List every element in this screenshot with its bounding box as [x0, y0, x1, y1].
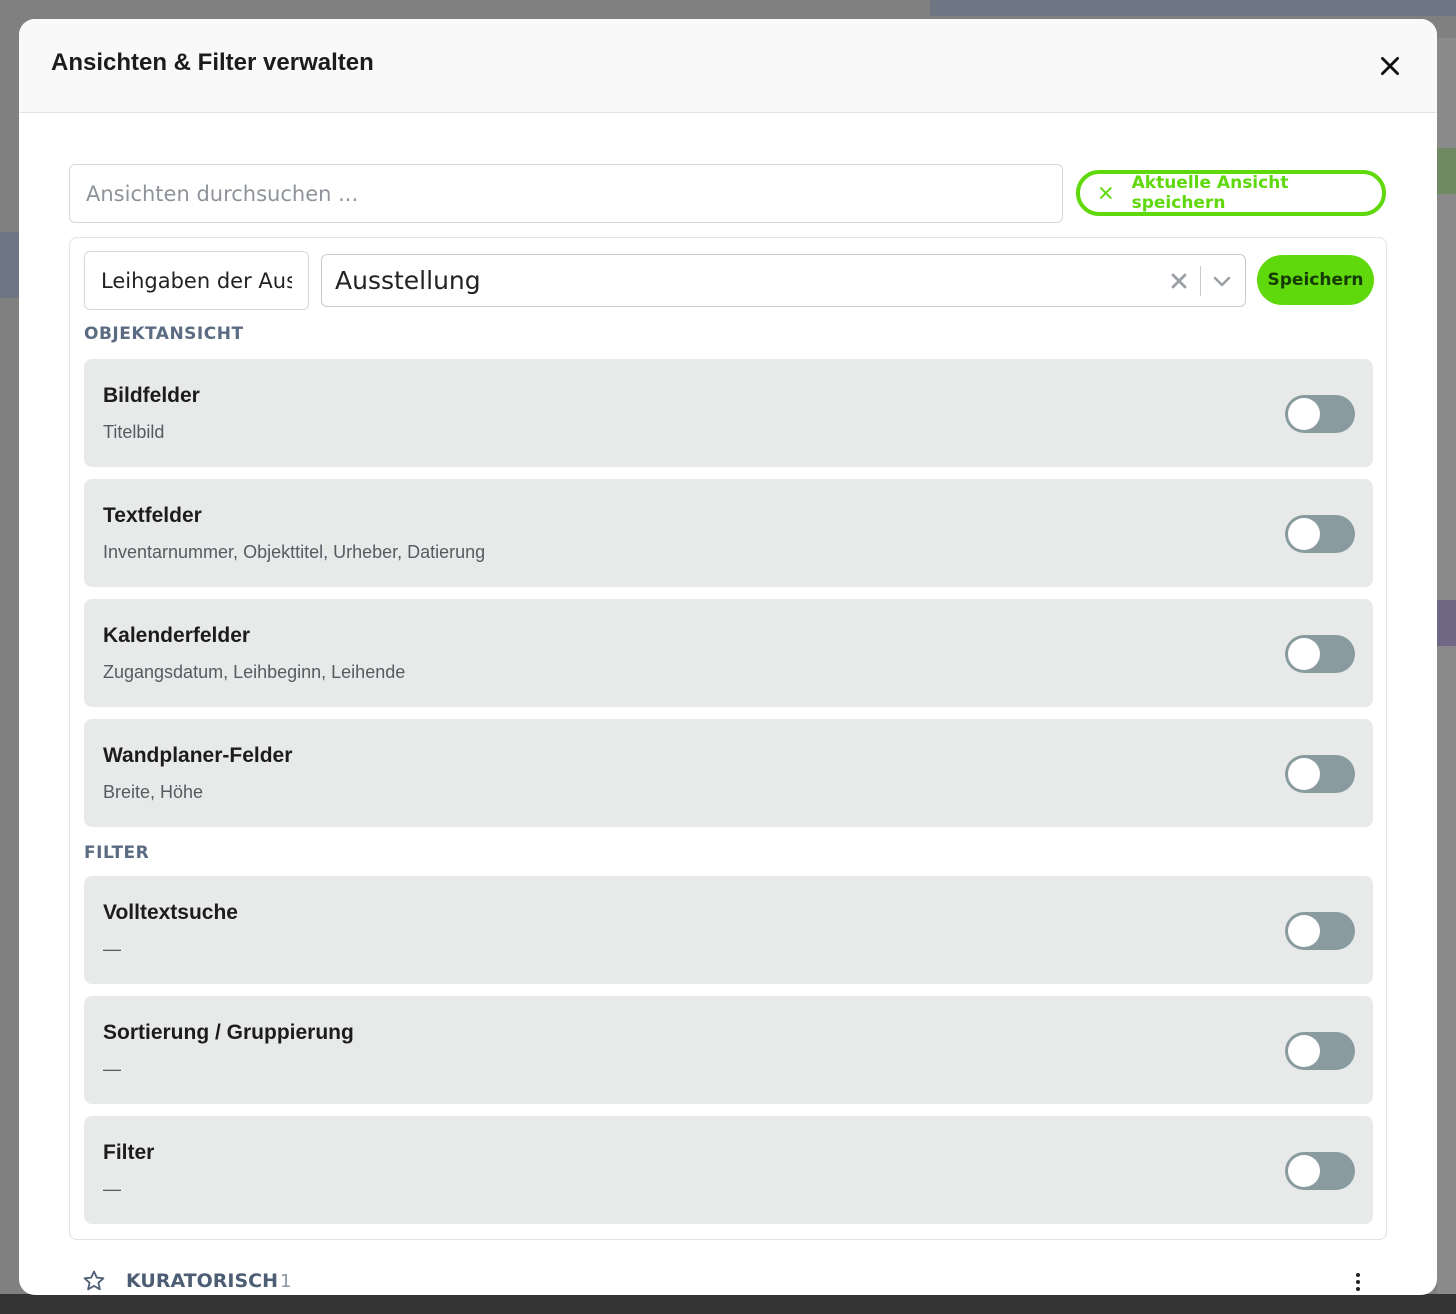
view-type-select[interactable]: Ausstellung	[321, 254, 1246, 307]
toggle-knob	[1288, 758, 1320, 790]
toggle-knob	[1288, 518, 1320, 550]
section-title-filter: FILTER	[84, 843, 150, 863]
setting-subtitle: —	[103, 939, 121, 959]
setting-card: Wandplaner-Felder Breite, Höhe	[84, 719, 1373, 827]
setting-toggle[interactable]	[1285, 912, 1355, 950]
manage-views-dialog: Ansichten & Filter verwalten Aktuelle An…	[19, 19, 1437, 1295]
view-name-input[interactable]	[84, 251, 309, 310]
setting-title: Filter	[103, 1141, 155, 1164]
close-icon[interactable]	[1377, 53, 1403, 79]
save-button[interactable]: Speichern	[1257, 255, 1374, 305]
save-current-view-button[interactable]: Aktuelle Ansicht speichern	[1076, 170, 1386, 216]
background-highlight-row	[1437, 148, 1456, 194]
setting-subtitle: Titelbild	[103, 422, 165, 442]
save-current-view-label: Aktuelle Ansicht speichern	[1131, 173, 1289, 213]
background-highlight-row	[1437, 600, 1456, 646]
setting-card: Filter —	[84, 1116, 1373, 1224]
clear-selection-icon[interactable]	[1168, 270, 1190, 292]
setting-title: Volltextsuche	[103, 901, 238, 924]
setting-card: Sortierung / Gruppierung —	[84, 996, 1373, 1104]
setting-subtitle: Breite, Höhe	[103, 782, 204, 802]
background-topbar	[930, 0, 1456, 16]
setting-subtitle: —	[103, 1059, 121, 1079]
setting-toggle[interactable]	[1285, 515, 1355, 553]
close-icon	[1099, 187, 1112, 199]
setting-title: Kalenderfelder	[103, 624, 251, 647]
toggle-knob	[1288, 398, 1320, 430]
group-count: 1	[280, 1271, 292, 1292]
toggle-knob	[1288, 1155, 1320, 1187]
select-divider	[1200, 265, 1201, 296]
setting-card: Volltextsuche —	[84, 876, 1373, 984]
setting-title: Wandplaner-Felder	[103, 744, 293, 767]
setting-subtitle: Zugangsdatum, Leihbeginn, Leihende	[103, 662, 406, 682]
setting-toggle[interactable]	[1285, 395, 1355, 433]
search-views-input[interactable]	[69, 164, 1063, 223]
background-left-strip	[0, 232, 19, 298]
dialog-header: Ansichten & Filter verwalten	[19, 19, 1437, 113]
setting-card: Kalenderfelder Zugangsdatum, Leihbeginn,…	[84, 599, 1373, 707]
more-vertical-icon[interactable]	[1350, 1272, 1366, 1292]
setting-title: Bildfelder	[103, 384, 200, 407]
section-title-objektansicht: OBJEKTANSICHT	[84, 324, 244, 344]
setting-toggle[interactable]	[1285, 635, 1355, 673]
setting-title: Textfelder	[103, 504, 202, 527]
star-icon[interactable]	[82, 1269, 106, 1293]
toggle-knob	[1288, 915, 1320, 947]
view-editor-panel: Ausstellung Speichern OBJEKTANSICHT Bild…	[69, 237, 1387, 1240]
setting-title: Sortierung / Gruppierung	[103, 1021, 354, 1044]
view-group-row[interactable]: KURATORISCH 1	[19, 1261, 1437, 1295]
background-list-column	[1437, 38, 1456, 1314]
setting-card: Bildfelder Titelbild	[84, 359, 1373, 467]
setting-card: Textfelder Inventarnummer, Objekttitel, …	[84, 479, 1373, 587]
group-label: KURATORISCH	[126, 1270, 279, 1292]
chevron-down-icon[interactable]	[1211, 270, 1233, 292]
toggle-knob	[1288, 638, 1320, 670]
setting-toggle[interactable]	[1285, 1152, 1355, 1190]
background-footer	[0, 1294, 1456, 1314]
view-type-value: Ausstellung	[335, 266, 481, 295]
setting-subtitle: —	[103, 1179, 121, 1199]
setting-subtitle: Inventarnummer, Objekttitel, Urheber, Da…	[103, 542, 486, 562]
toggle-knob	[1288, 1035, 1320, 1067]
setting-toggle[interactable]	[1285, 755, 1355, 793]
dialog-title: Ansichten & Filter verwalten	[51, 49, 374, 76]
setting-toggle[interactable]	[1285, 1032, 1355, 1070]
